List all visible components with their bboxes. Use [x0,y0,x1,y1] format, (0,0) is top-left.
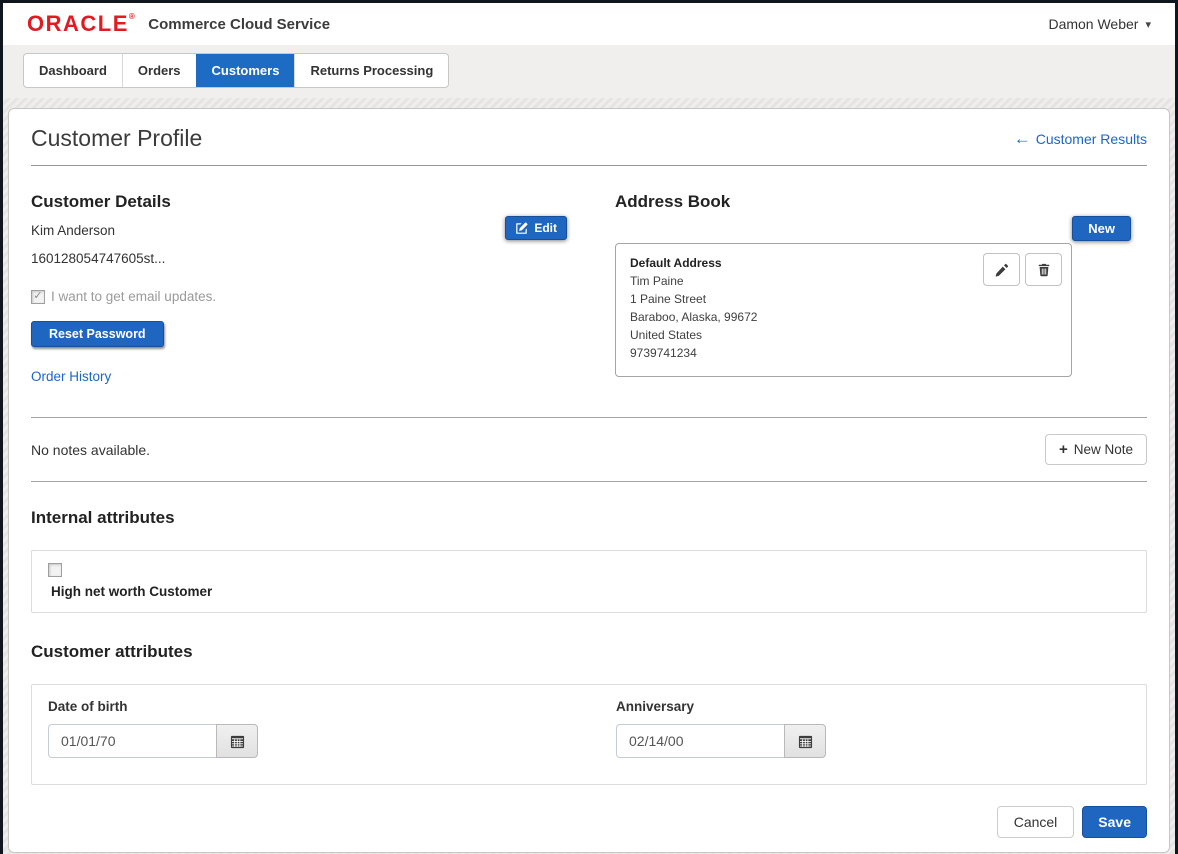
anniversary-field: Anniversary [616,699,1130,758]
address-city-state-zip: Baraboo, Alaska, 99672 [630,310,758,324]
address-street: 1 Paine Street [630,292,707,306]
tab-returns-processing[interactable]: Returns Processing [294,54,448,87]
date-of-birth-label: Date of birth [48,699,128,714]
email-optin-label: I want to get email updates. [51,289,217,304]
customer-login: 160128054747605st... [31,251,166,266]
date-of-birth-input-group [48,724,616,758]
tab-group: Dashboard Orders Customers Returns Proce… [23,53,450,88]
tab-band: Dashboard Orders Customers Returns Proce… [3,45,1175,98]
address-phone: 9739741234 [630,346,697,360]
address-book-heading: Address Book [615,192,731,211]
date-of-birth-calendar-button[interactable] [216,724,258,758]
anniversary-input-group [616,724,1130,758]
edit-button[interactable]: Edit [505,216,567,240]
title-divider [31,165,1147,166]
title-row: Customer Profile ← Customer Results [31,125,1147,152]
tab-orders[interactable]: Orders [121,54,196,87]
product-name: Commerce Cloud Service [148,15,331,33]
user-menu-button[interactable]: Damon Weber ▾ [1048,16,1151,32]
address-card-actions [983,253,1062,286]
customer-attributes-box: Date of birth Anniversary [31,684,1147,785]
address-book-section: Address Book New Default Address Tim Pai… [615,192,1147,386]
customer-details-section: Customer Details Kim Anderson 1601280547… [31,192,615,386]
delete-address-button[interactable] [1025,253,1062,286]
anniversary-calendar-button[interactable] [784,724,826,758]
edit-icon [515,221,528,235]
email-optin-row: ✓ I want to get email updates. [31,289,615,304]
top-header: ORACLE® Commerce Cloud Service Damon Web… [3,3,1175,45]
section-divider-2 [31,481,1147,482]
footer-actions: Cancel Save [31,806,1147,838]
default-address-card: Default Address Tim Paine 1 Paine Street… [615,243,1072,377]
new-note-button[interactable]: + New Note [1044,434,1147,465]
pencil-icon [995,263,1009,277]
save-button[interactable]: Save [1082,806,1147,838]
cancel-button[interactable]: Cancel [996,806,1075,838]
reset-password-button[interactable]: Reset Password [31,321,164,347]
app-window: ORACLE® Commerce Cloud Service Damon Web… [3,3,1175,854]
edit-button-label: Edit [534,221,557,235]
anniversary-input[interactable] [616,724,784,758]
page-title: Customer Profile [31,125,203,151]
address-country: United States [630,328,703,342]
trash-icon [1037,263,1051,277]
high-net-worth-checkbox[interactable] [48,563,62,577]
date-of-birth-input[interactable] [48,724,216,758]
plus-icon: + [1058,441,1068,458]
order-history-link[interactable]: Order History [31,369,111,384]
notes-empty-message: No notes available. [31,441,151,458]
customer-details-heading: Customer Details [31,192,171,211]
tab-customers[interactable]: Customers [195,54,295,87]
registered-mark: ® [128,12,137,21]
tab-dashboard[interactable]: Dashboard [24,54,122,87]
profile-columns: Customer Details Kim Anderson 1601280547… [31,192,1147,386]
back-link-label: Customer Results [1035,130,1147,147]
calendar-icon [798,734,813,749]
oracle-logo: ORACLE® [27,11,137,36]
back-arrow-icon: ← [1013,129,1031,148]
new-note-label: New Note [1073,442,1133,457]
edit-address-button[interactable] [983,253,1020,286]
customer-results-link[interactable]: ← Customer Results [1014,130,1147,147]
internal-attributes-box: High net worth Customer [31,550,1147,613]
calendar-icon [230,734,245,749]
customer-attributes-heading: Customer attributes [31,642,193,661]
notes-section: No notes available. + New Note [31,418,1147,481]
email-optin-checkbox: ✓ [31,289,45,304]
anniversary-label: Anniversary [616,699,695,714]
high-net-worth-label: High net worth Customer [51,584,213,599]
main-area: Customer Profile ← Customer Results Cust… [3,98,1175,854]
chevron-down-icon: ▾ [1145,18,1151,31]
internal-attributes-heading: Internal attributes [31,508,175,527]
date-of-birth-field: Date of birth [48,699,616,758]
user-name: Damon Weber [1048,16,1139,32]
new-address-button[interactable]: New [1072,216,1131,241]
content-card: Customer Profile ← Customer Results Cust… [8,108,1170,853]
